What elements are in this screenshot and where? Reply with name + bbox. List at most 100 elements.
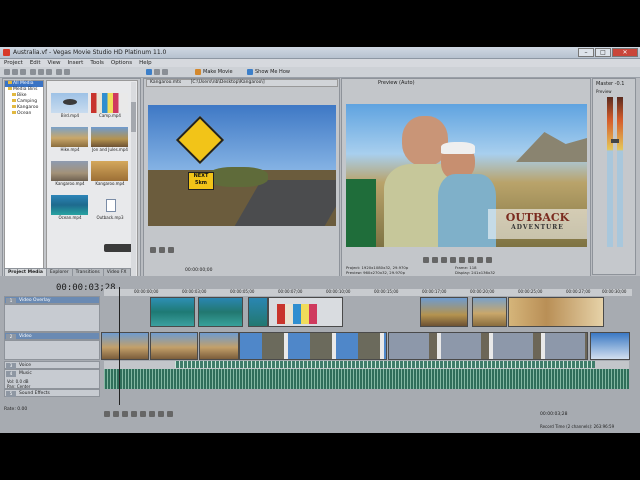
- media-thumbnail: [91, 127, 128, 147]
- media-item[interactable]: Bird.mp4: [50, 93, 90, 119]
- track-header-music[interactable]: 4 Music Vol: 0.0 dB Pan: Center: [4, 369, 100, 389]
- copy-icon[interactable]: [38, 69, 44, 75]
- pause-icon[interactable]: [140, 411, 146, 417]
- undo-icon[interactable]: [56, 69, 62, 75]
- timeline-clip[interactable]: [150, 297, 195, 327]
- timeline-clip[interactable]: [199, 332, 239, 360]
- media-caption: Outback.mp3: [96, 215, 124, 220]
- application-window: Australia.vf - Vegas Movie Studio HD Pla…: [0, 47, 640, 433]
- normal-edit-tool-icon[interactable]: [146, 69, 152, 75]
- maximize-button[interactable]: □: [595, 48, 611, 57]
- stop-icon[interactable]: [468, 257, 474, 263]
- media-caption: Bird.mp4: [60, 113, 80, 118]
- media-item[interactable]: Hike.mp4: [50, 127, 90, 153]
- play-from-start-icon[interactable]: [122, 411, 128, 417]
- media-item[interactable]: Jon and Jules.mp4: [90, 127, 130, 153]
- status-time: 00:00:03;28: [540, 412, 568, 417]
- trimmer-video[interactable]: NEXT 5km: [148, 105, 336, 226]
- timeline-clip[interactable]: [420, 297, 468, 327]
- scroll-thumb[interactable]: [131, 102, 136, 132]
- media-item[interactable]: Kangaroo.mp4: [90, 161, 130, 187]
- timeline-clip[interactable]: [239, 332, 387, 360]
- music-waveform[interactable]: [104, 369, 629, 389]
- new-project-icon[interactable]: [4, 69, 10, 75]
- loop-icon[interactable]: [432, 257, 438, 263]
- track-header-voice[interactable]: 3 Voice: [4, 361, 100, 369]
- close-button[interactable]: ✕: [612, 48, 638, 57]
- prev-frame-icon[interactable]: [477, 257, 483, 263]
- make-movie-button[interactable]: Make Movie: [203, 69, 233, 75]
- timeline-clip[interactable]: [388, 332, 588, 360]
- help-icon[interactable]: [247, 69, 253, 75]
- next-frame-icon[interactable]: [486, 257, 492, 263]
- tree-item-ocean[interactable]: Ocean: [5, 111, 43, 117]
- folder-icon: [12, 111, 16, 114]
- media-item[interactable]: Camp.mp4: [90, 93, 130, 119]
- playhead[interactable]: [119, 287, 120, 405]
- master-bus: Master -0.1 Preview: [592, 78, 636, 275]
- timeline-clip[interactable]: [590, 332, 630, 360]
- track-header-video-overlay-body[interactable]: [4, 304, 100, 332]
- timeline-ruler[interactable]: 00:00:00;00 00:00:03;00 00:00:05;00 00:0…: [104, 289, 632, 296]
- play-icon[interactable]: [150, 247, 156, 253]
- menu-tools[interactable]: Tools: [90, 59, 104, 67]
- trimmer-transport: [150, 247, 174, 253]
- play-icon[interactable]: [450, 257, 456, 263]
- pause-icon[interactable]: [459, 257, 465, 263]
- media-thumbnail: [51, 93, 88, 113]
- track-header-sound-effects[interactable]: 5 Sound Effects: [4, 389, 100, 397]
- envelope-tool-icon[interactable]: [154, 69, 160, 75]
- folder-icon: [8, 81, 12, 84]
- stop-icon[interactable]: [149, 411, 155, 417]
- media-item[interactable]: Outback.mp3: [90, 195, 130, 221]
- show-me-how-button[interactable]: Show Me How: [255, 69, 290, 75]
- record-icon[interactable]: [423, 257, 429, 263]
- trimmer-timecode: 00:00:00;00: [185, 268, 213, 273]
- media-thumbnail: [91, 93, 128, 113]
- loop-icon[interactable]: [168, 247, 174, 253]
- track-header-video-body[interactable]: [4, 340, 100, 360]
- menu-help[interactable]: Help: [139, 59, 152, 67]
- cut-icon[interactable]: [30, 69, 36, 75]
- timeline-clip[interactable]: [198, 297, 243, 327]
- menu-options[interactable]: Options: [111, 59, 132, 67]
- folder-icon: [12, 105, 16, 108]
- voice-waveform[interactable]: [175, 361, 595, 368]
- menu-edit[interactable]: Edit: [30, 59, 41, 67]
- audio-file-icon: [91, 195, 128, 215]
- selection-tool-icon[interactable]: [162, 69, 168, 75]
- menu-view[interactable]: View: [47, 59, 60, 67]
- track-header-video[interactable]: 2 Video: [4, 332, 100, 340]
- go-to-end-icon[interactable]: [167, 411, 173, 417]
- play-icon[interactable]: [131, 411, 137, 417]
- make-movie-icon[interactable]: [195, 69, 201, 75]
- save-icon[interactable]: [20, 69, 26, 75]
- redo-icon[interactable]: [64, 69, 70, 75]
- trimmer-filename[interactable]: Kangaroo.mts: [150, 80, 181, 85]
- record-icon[interactable]: [104, 411, 110, 417]
- timeline-clip[interactable]: [472, 297, 507, 327]
- open-icon[interactable]: [12, 69, 18, 75]
- menu-project[interactable]: Project: [4, 59, 23, 67]
- timeline-clip[interactable]: [248, 297, 268, 327]
- master-fader[interactable]: [611, 139, 619, 143]
- transition-clip[interactable]: [268, 297, 343, 327]
- media-scrollbar[interactable]: [131, 82, 136, 306]
- track-header-video-overlay[interactable]: 1 Video Overlay: [4, 296, 100, 304]
- media-item[interactable]: Kangaroo.mp4: [50, 161, 90, 187]
- menu-bar: Project Edit View Insert Tools Options H…: [0, 59, 640, 67]
- timeline-clip[interactable]: [101, 332, 149, 360]
- media-thumbnail: [51, 161, 88, 181]
- timeline-clip[interactable]: [508, 297, 604, 327]
- preview-quality[interactable]: Preview (Auto): [343, 79, 625, 87]
- stop-icon[interactable]: [159, 247, 165, 253]
- timeline-clip[interactable]: [150, 332, 198, 360]
- media-item[interactable]: Ocean.mp4: [50, 195, 90, 221]
- preview-video[interactable]: OUTBACK ADVENTURE: [346, 104, 587, 247]
- minimize-button[interactable]: –: [578, 48, 594, 57]
- go-to-start-icon[interactable]: [158, 411, 164, 417]
- menu-insert[interactable]: Insert: [68, 59, 84, 67]
- loop-icon[interactable]: [113, 411, 119, 417]
- play-from-start-icon[interactable]: [441, 257, 447, 263]
- paste-icon[interactable]: [46, 69, 52, 75]
